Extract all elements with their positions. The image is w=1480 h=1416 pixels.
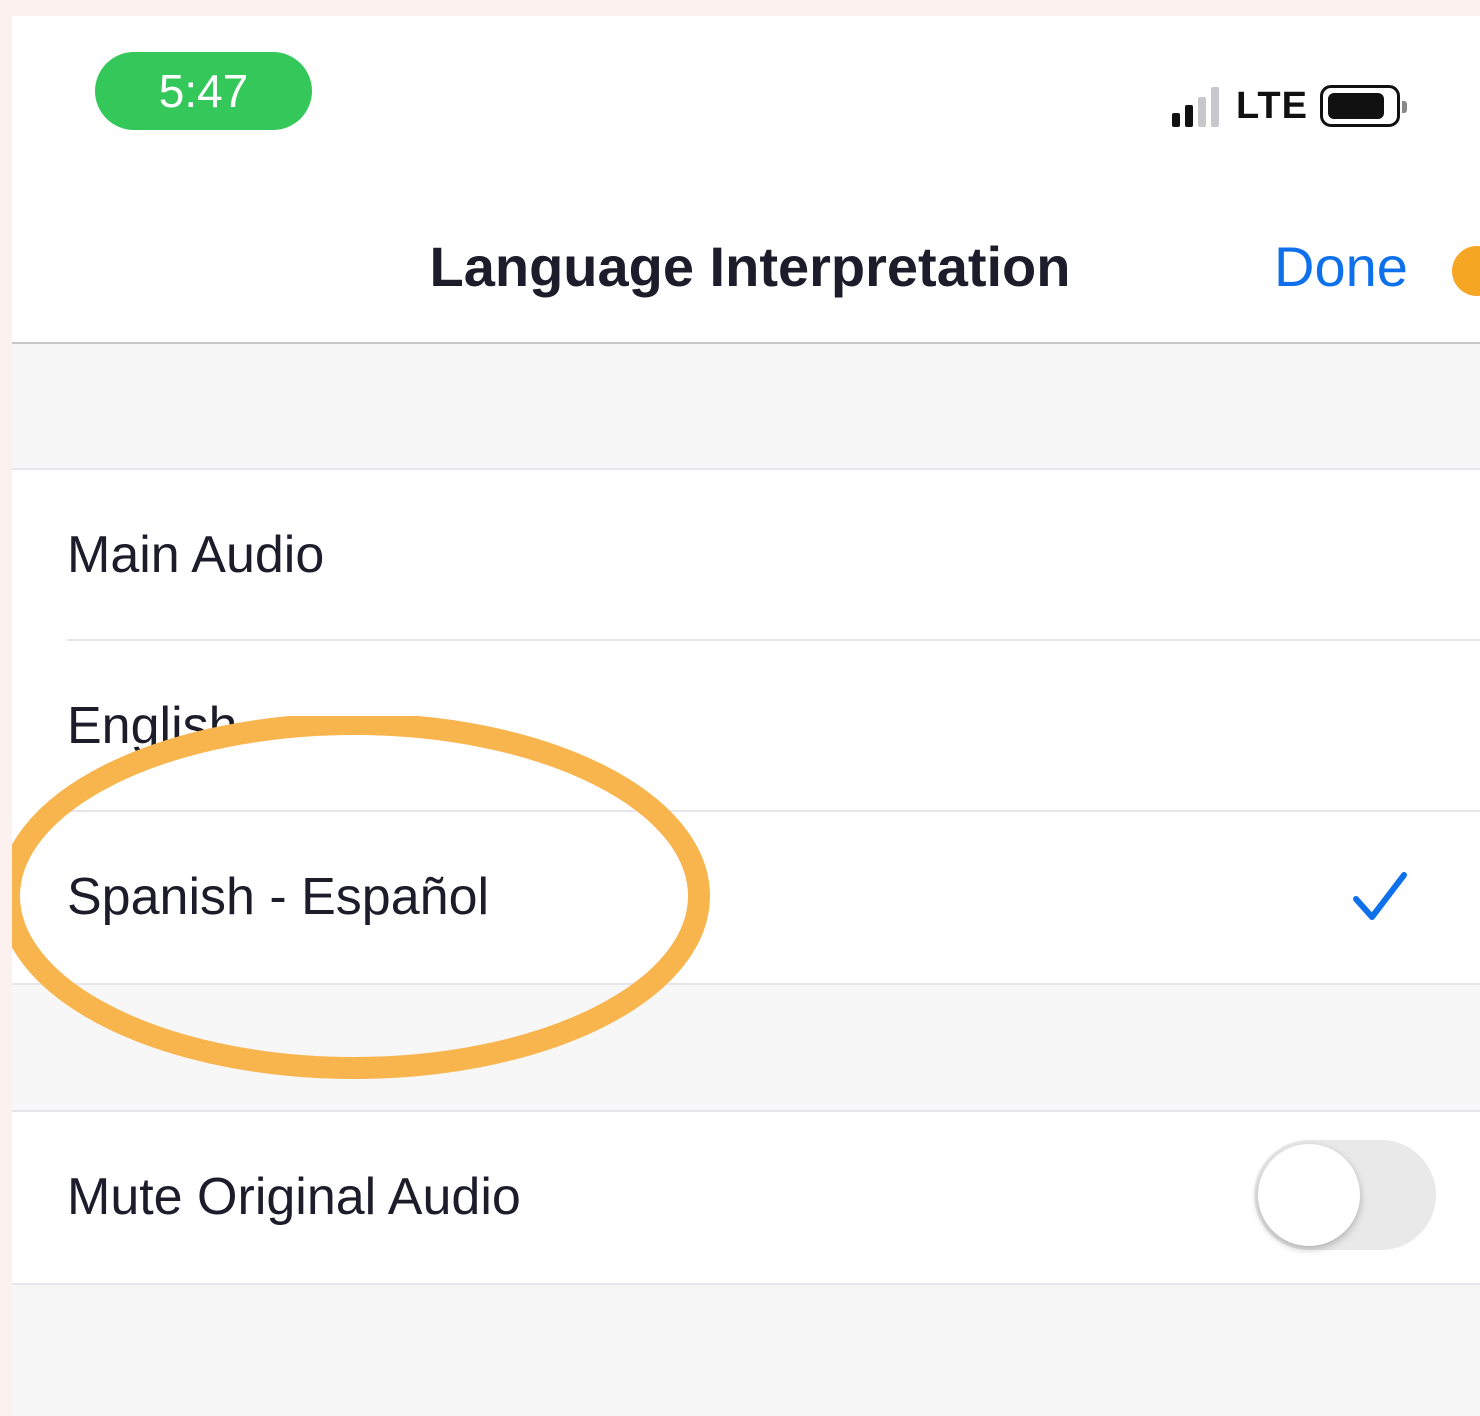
mute-settings-group: Mute Original Audio: [12, 1110, 1480, 1285]
checkmark-icon: [1353, 872, 1407, 920]
option-label: Spanish - Español: [67, 868, 490, 926]
done-button[interactable]: Done: [1274, 231, 1408, 303]
signal-icon: [1172, 85, 1224, 127]
top-bar: 5:47 LTE Language Interpretation Done: [12, 16, 1480, 344]
screen: 5:47 LTE Language Interpretation Done Ma…: [12, 16, 1480, 1416]
battery-icon: [1319, 85, 1407, 127]
mute-toggle[interactable]: [1254, 1140, 1436, 1250]
toggle-knob: [1258, 1144, 1360, 1246]
mute-original-audio-row: Mute Original Audio: [67, 1112, 1480, 1283]
mute-label: Mute Original Audio: [67, 1168, 521, 1226]
option-label: Main Audio: [67, 526, 325, 584]
language-option-spanish[interactable]: Spanish - Español: [67, 812, 1480, 983]
page-title: Language Interpretation: [429, 235, 1071, 298]
network-type: LTE: [1236, 84, 1308, 127]
status-time: 5:47: [95, 52, 312, 130]
option-label: English: [67, 697, 238, 755]
language-option-english[interactable]: English: [67, 641, 1480, 812]
status-indicators: LTE: [1172, 82, 1407, 130]
language-option-main-audio[interactable]: Main Audio: [67, 470, 1480, 641]
language-list: Main Audio English Spanish - Español: [12, 468, 1480, 985]
